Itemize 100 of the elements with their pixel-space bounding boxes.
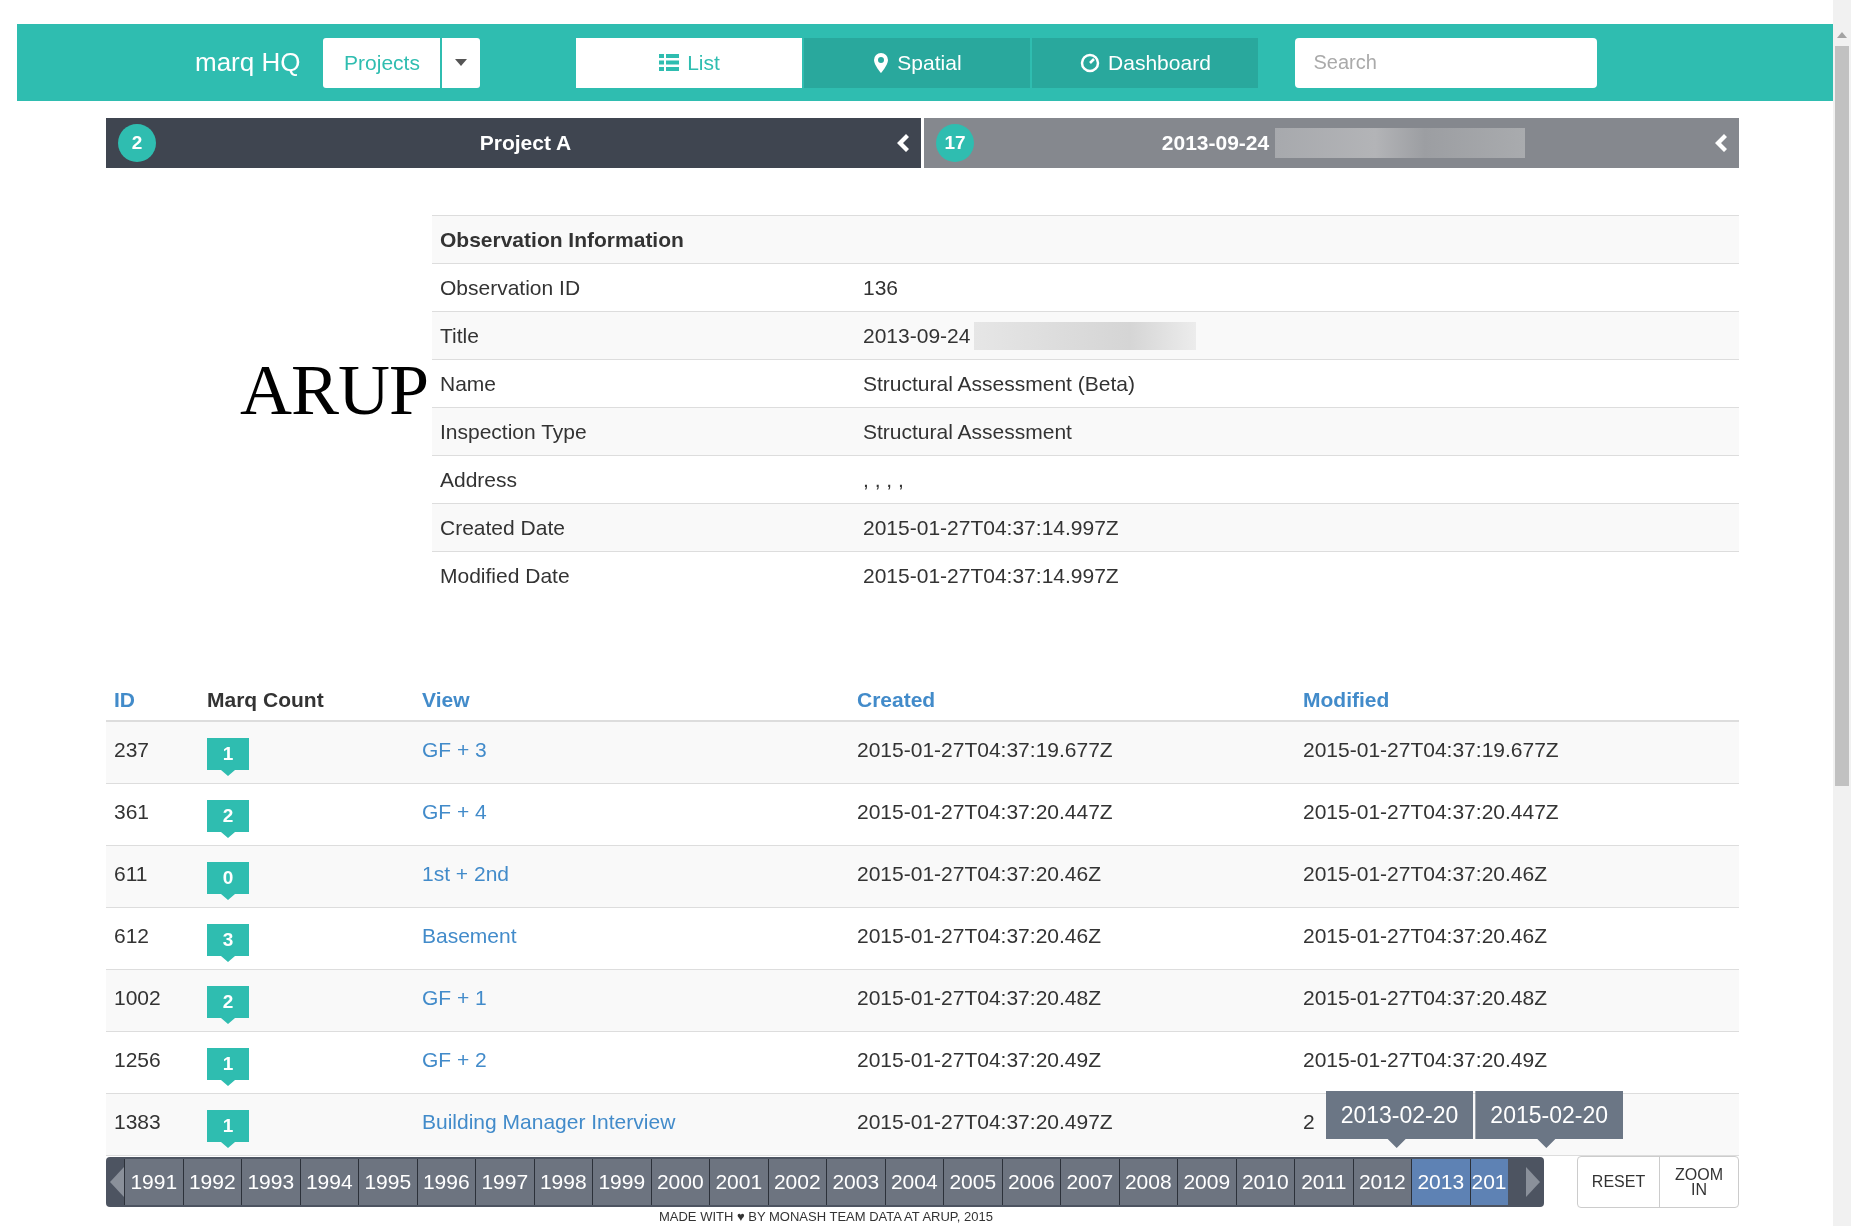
view-link[interactable]: GF + 2 bbox=[414, 1044, 849, 1076]
count-badge: 17 bbox=[936, 124, 974, 162]
nav-tab[interactable]: Dashboard bbox=[1032, 37, 1259, 88]
table-cell-text: 611 bbox=[113, 861, 149, 887]
marker-badge: 0 bbox=[207, 862, 249, 900]
table-cell-text: 2015-01-27T04:37:20.497Z bbox=[856, 1109, 1114, 1135]
info-label: Modified Date bbox=[439, 563, 571, 590]
table-cell-text: 1002 bbox=[113, 985, 162, 1011]
marker-badge: 1 bbox=[207, 1110, 249, 1148]
count-badge: 2 bbox=[118, 124, 156, 162]
table-cell-text: 2015-01-27T04:37:20.46Z bbox=[1302, 861, 1548, 887]
info-value: 2013-09-24 bbox=[863, 322, 971, 349]
year-cell[interactable]: 1999 bbox=[592, 1159, 651, 1205]
info-label: Title bbox=[439, 322, 480, 349]
scroll-right-icon[interactable] bbox=[1526, 1167, 1540, 1197]
year-cell[interactable]: 1998 bbox=[533, 1159, 592, 1205]
year-cell[interactable]: 2000 bbox=[650, 1159, 709, 1205]
info-value: , , , , bbox=[863, 466, 904, 493]
breadcrumb-label: 2013-09-24 bbox=[1161, 130, 1270, 157]
marker-badge: 3 bbox=[207, 924, 249, 962]
column-header[interactable]: Created bbox=[849, 684, 1295, 716]
table-cell-text: 361 bbox=[113, 799, 151, 825]
marker-badge: 2 bbox=[207, 986, 249, 1024]
info-heading: Observation Information bbox=[432, 216, 1739, 264]
table-cell-text: 2015-01-27T04:37:20.49Z bbox=[1302, 1047, 1548, 1073]
table-cell-text: 2015-01-27T04:37:19.677Z bbox=[856, 737, 1114, 763]
info-value: Structural Assessment (Beta) bbox=[863, 370, 1135, 397]
info-value: 136 bbox=[863, 274, 899, 301]
view-link[interactable]: GF + 1 bbox=[414, 982, 849, 1014]
marker-badge: 1 bbox=[207, 1048, 249, 1086]
reset-button[interactable]: RESET bbox=[1578, 1157, 1660, 1207]
year-cell[interactable]: 2005 bbox=[943, 1159, 1002, 1205]
breadcrumb-bar[interactable]: 17 2013-09-24 bbox=[924, 118, 1739, 168]
table-cell-text: 2015-01-27T04:37:20.447Z bbox=[1302, 799, 1560, 825]
column-header[interactable]: View bbox=[414, 684, 849, 716]
footer-text: MADE WITH ♥ BY MONASH TEAM DATA AT ARUP, 2015 bbox=[659, 1209, 993, 1224]
year-cell[interactable]: 2004 bbox=[884, 1159, 943, 1205]
year-cell[interactable]: 1991 bbox=[124, 1159, 183, 1205]
year-cell[interactable]: 2009 bbox=[1177, 1159, 1236, 1205]
list-icon bbox=[659, 54, 680, 71]
table-cell-text: 2015-01-27T04:37:20.48Z bbox=[856, 985, 1102, 1011]
year-cell[interactable]: 1992 bbox=[182, 1159, 241, 1205]
column-header[interactable]: Modified bbox=[1295, 684, 1398, 716]
marker-badge: 1 bbox=[207, 738, 249, 776]
table-cell-text: 2015-01-27T04:37:20.46Z bbox=[1302, 923, 1548, 949]
table-cell-text: 1383 bbox=[113, 1109, 162, 1135]
year-cell[interactable]: 2001 bbox=[709, 1159, 768, 1205]
year-cell[interactable]: 201 bbox=[1469, 1159, 1508, 1205]
year-cell[interactable]: 2010 bbox=[1235, 1159, 1294, 1205]
gauge-icon bbox=[1080, 52, 1101, 73]
view-link[interactable]: GF + 3 bbox=[414, 734, 849, 766]
nav-tab[interactable]: Spatial bbox=[804, 37, 1031, 88]
projects-dropdown-button[interactable] bbox=[442, 37, 481, 88]
info-label: Inspection Type bbox=[439, 418, 588, 445]
year-cell[interactable]: 2013 bbox=[1411, 1159, 1470, 1205]
year-cell[interactable]: 2002 bbox=[767, 1159, 826, 1205]
table-cell-text: 2015-01-27T04:37:20.46Z bbox=[856, 923, 1102, 949]
scrollbar[interactable] bbox=[1833, 0, 1851, 1226]
marker-badge: 2 bbox=[207, 800, 249, 838]
year-cell[interactable]: 2007 bbox=[1060, 1159, 1119, 1205]
table-cell-text: 2 bbox=[1302, 1109, 1316, 1135]
info-value: Structural Assessment bbox=[863, 418, 1072, 445]
table-cell-text: 1256 bbox=[113, 1047, 162, 1073]
table-cell-text: 2015-01-27T04:37:20.49Z bbox=[856, 1047, 1102, 1073]
chevron-left-icon[interactable] bbox=[895, 133, 909, 153]
table-cell-text: 2015-01-27T04:37:20.46Z bbox=[856, 861, 1102, 887]
year-cell[interactable]: 2003 bbox=[826, 1159, 885, 1205]
view-link[interactable]: Basement bbox=[414, 920, 849, 952]
year-cell[interactable]: 1993 bbox=[241, 1159, 300, 1205]
scrollbar-thumb[interactable] bbox=[1835, 46, 1849, 786]
view-link[interactable]: GF + 4 bbox=[414, 796, 849, 828]
info-label: Name bbox=[439, 370, 498, 397]
year-cell[interactable]: 2006 bbox=[1001, 1159, 1060, 1205]
breadcrumb-bar[interactable]: 2 Project A bbox=[106, 118, 921, 168]
info-label: Address bbox=[439, 466, 519, 493]
year-cell[interactable]: 2012 bbox=[1352, 1159, 1411, 1205]
table-cell-text: 237 bbox=[113, 737, 151, 763]
scroll-up-icon[interactable] bbox=[1837, 32, 1847, 38]
table-cell-text: 2015-01-27T04:37:20.447Z bbox=[856, 799, 1114, 825]
year-cell[interactable]: 2008 bbox=[1118, 1159, 1177, 1205]
view-link[interactable]: Building Manager Interview bbox=[414, 1106, 849, 1138]
year-cell[interactable]: 1996 bbox=[416, 1159, 475, 1205]
info-label: Observation ID bbox=[439, 274, 582, 301]
view-link[interactable]: 1st + 2nd bbox=[414, 858, 849, 890]
year-cell[interactable]: 1997 bbox=[475, 1159, 534, 1205]
year-cell[interactable]: 1994 bbox=[299, 1159, 358, 1205]
year-cell[interactable]: 1995 bbox=[358, 1159, 417, 1205]
column-header: Marq Count bbox=[206, 687, 325, 714]
table-cell-text: 2015-01-27T04:37:20.48Z bbox=[1302, 985, 1548, 1011]
map-pin-icon bbox=[873, 52, 890, 73]
search-field[interactable]: Search bbox=[1295, 37, 1598, 88]
info-label: Created Date bbox=[439, 514, 566, 541]
zoom-in-button[interactable]: ZOOM IN bbox=[1660, 1157, 1738, 1207]
table-cell-text: 2015-01-27T04:37:19.677Z bbox=[1302, 737, 1560, 763]
caret-icon bbox=[455, 59, 468, 66]
info-value: 2015-01-27T04:37:14.997Z bbox=[863, 563, 1119, 590]
timeline-bar[interactable]: 1991 1992 1993 1994 1995 1996 1997 1998 1999 2000 2001 2002 2003 2004 2005 2006 2007 2008 2009 2010 2011 2012 2013 201 bbox=[106, 1157, 1544, 1207]
breadcrumb-label: Project A bbox=[479, 130, 572, 157]
column-header[interactable]: ID bbox=[106, 684, 199, 716]
year-cell[interactable]: 2011 bbox=[1294, 1159, 1353, 1205]
